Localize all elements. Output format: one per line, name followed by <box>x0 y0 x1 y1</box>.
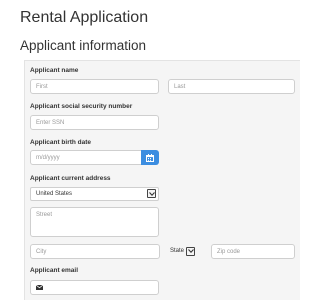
last-name-input[interactable]: Last <box>168 79 295 94</box>
birth-date-label: Applicant birth date <box>30 139 92 146</box>
section-title: Applicant information <box>20 38 147 53</box>
birth-date-input[interactable]: m/d/yyyy <box>30 150 142 165</box>
email-label: Applicant email <box>30 267 79 274</box>
chevron-down-icon <box>148 191 155 196</box>
page-title: Rental Application <box>20 9 149 26</box>
envelope-icon <box>36 285 43 290</box>
ssn-input[interactable]: Enter SSN <box>30 115 159 130</box>
email-input[interactable] <box>30 280 159 295</box>
calendar-button[interactable] <box>141 150 159 165</box>
country-value: United States <box>36 191 73 197</box>
country-dropdown-arrow[interactable] <box>147 189 156 198</box>
chevron-down-icon <box>187 249 194 253</box>
first-name-input[interactable]: First <box>30 79 159 94</box>
state-dropdown-arrow[interactable] <box>186 246 196 256</box>
street-textarea[interactable]: Street <box>30 207 159 237</box>
state-label: State <box>170 248 185 254</box>
applicant-name-label: Applicant name <box>30 67 79 74</box>
state-select[interactable]: State <box>170 244 196 258</box>
ssn-label: Applicant social security number <box>30 103 133 110</box>
city-input[interactable]: City <box>30 244 160 259</box>
calendar-icon <box>146 153 154 162</box>
zip-input[interactable]: Zip code <box>211 244 295 259</box>
country-select[interactable]: United States <box>30 187 159 201</box>
address-label: Applicant current address <box>30 175 111 182</box>
